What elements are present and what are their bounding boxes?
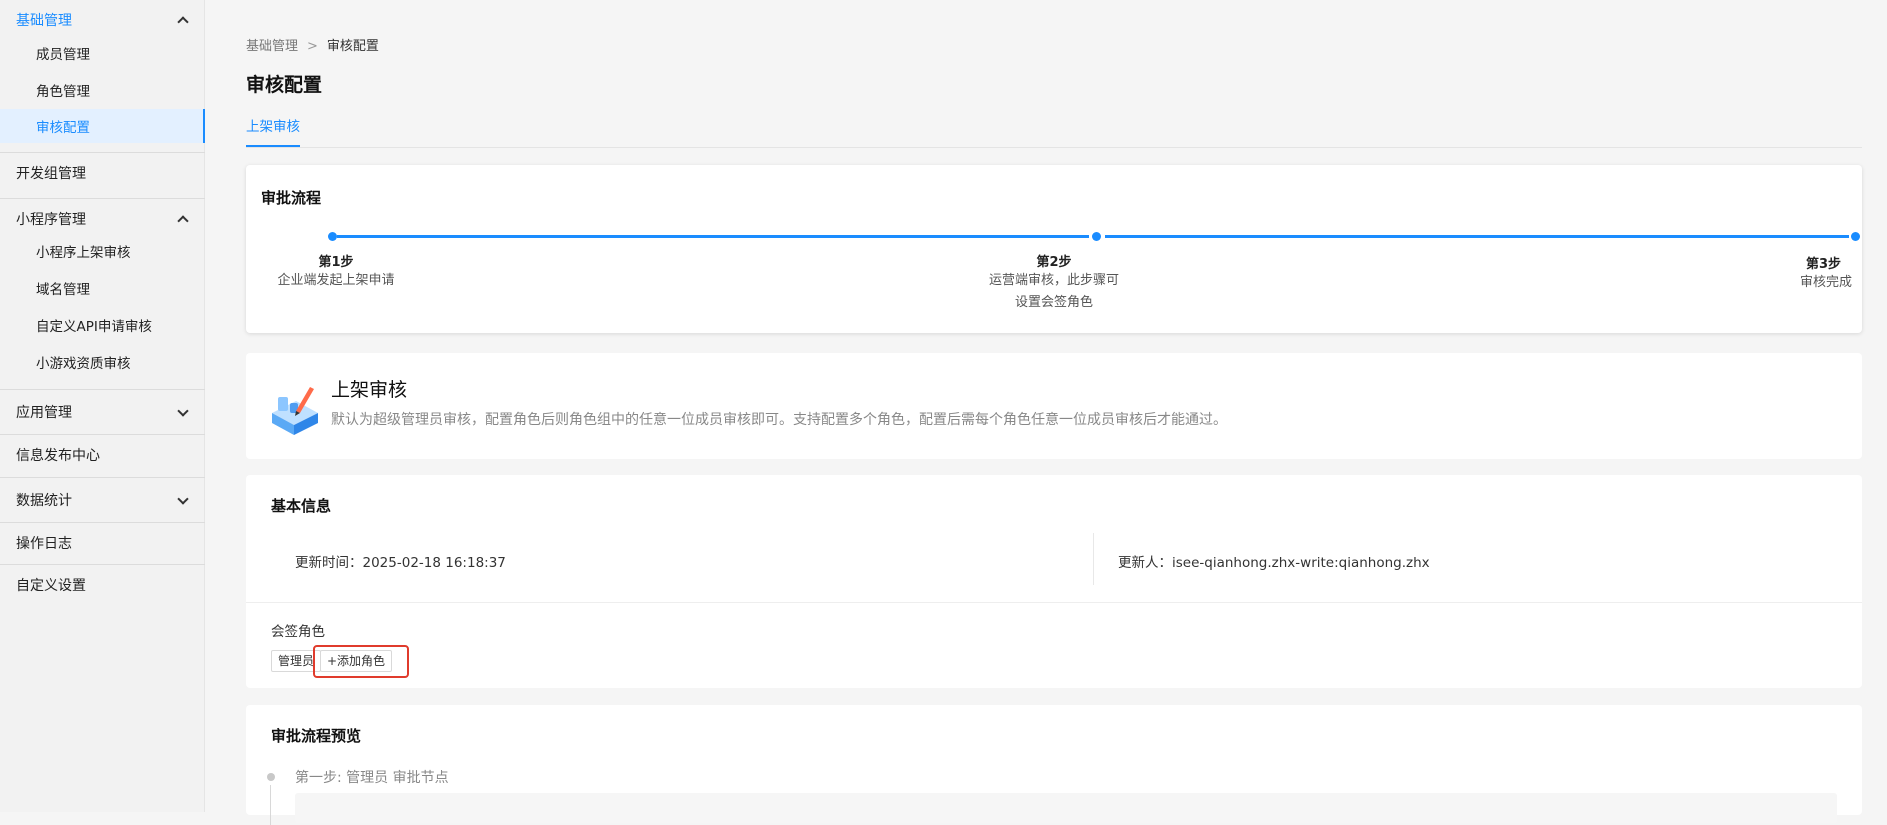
step-3-desc: 审核完成	[1799, 275, 1852, 290]
intro-title: 上架审核	[331, 379, 408, 401]
chevron-down-icon	[177, 493, 189, 505]
step-1-title: 第1步	[318, 255, 354, 270]
sidebar-group-label: 开发组管理	[16, 165, 86, 182]
sidebar-item-label: 自定义API申请审核	[36, 319, 152, 335]
update-time-label: 更新时间：	[295, 555, 363, 571]
updater: 更新人：isee-qianhong.zhx-write:qianhong.zhx	[1118, 551, 1430, 571]
section-divider	[246, 602, 1862, 603]
breadcrumb-current: 审核配置	[326, 39, 379, 54]
chevron-up-icon	[177, 215, 189, 227]
breadcrumb: 基础管理 > 审核配置	[246, 35, 379, 54]
tab-underline	[246, 147, 1862, 148]
updater-label: 更新人：	[1118, 555, 1172, 571]
listing-review-intro-card: 上架审核 默认为超级管理员审核，配置角色后则角色组中的任意一位成员审核即可。支持…	[246, 353, 1862, 459]
approval-preview-title: 审批流程预览	[271, 727, 362, 745]
step-connector	[337, 235, 1089, 238]
approval-preview-card: 审批流程预览 第一步: 管理员 审批节点	[246, 705, 1862, 825]
main-content: 基础管理 > 审核配置 审核配置 上架审核 审批流程 第1步 企业端发起上架申请 第…	[206, 0, 1887, 825]
approval-flow-card: 审批流程 第1步 企业端发起上架申请 第2步 运营端审核，此步骤可 设置会签角色…	[246, 165, 1862, 333]
chevron-up-icon	[177, 16, 189, 28]
step-2-title: 第2步	[1036, 255, 1072, 270]
sidebar-divider	[0, 477, 205, 478]
sidebar-item-members[interactable]: 成员管理	[0, 36, 205, 70]
sidebar-group-label: 数据统计	[16, 493, 72, 509]
sidebar-item-label: 小程序上架审核	[36, 245, 131, 261]
breadcrumb-root[interactable]: 基础管理	[246, 39, 298, 54]
timeline-dot	[267, 773, 275, 781]
sidebar-group-label: 自定义设置	[16, 578, 86, 594]
step-1-desc: 企业端发起上架申请	[277, 273, 395, 288]
chevron-down-icon	[177, 405, 189, 417]
sidebar-group-label: 信息发布中心	[16, 447, 100, 464]
sidebar-group-label: 小程序管理	[16, 212, 86, 228]
sidebar-group-dev-team[interactable]: 开发组管理	[0, 153, 205, 192]
step-3-dot	[1851, 232, 1860, 241]
sidebar-group-label: 基础管理	[16, 13, 72, 29]
step-connector	[1105, 235, 1849, 238]
sidebar-divider	[0, 389, 205, 390]
update-time-value: 2025-02-18 16:18:37	[362, 555, 506, 571]
preview-step-1-box	[295, 793, 1837, 823]
updater-value: isee-qianhong.zhx-write:qianhong.zhx	[1172, 555, 1430, 571]
sidebar-group-label: 操作日志	[16, 535, 72, 552]
sidebar-group-logs[interactable]: 操作日志	[0, 523, 205, 562]
step-2-dot	[1092, 232, 1101, 241]
sidebar-item-label: 小游戏资质审核	[36, 356, 131, 372]
add-role-button[interactable]: +添加角色	[320, 650, 393, 672]
step-3-title: 第3步	[1805, 257, 1841, 272]
info-separator	[1093, 533, 1094, 585]
intro-description: 默认为超级管理员审核，配置角色后则角色组中的任意一位成员审核即可。支持配置多个角…	[331, 412, 1227, 428]
sidebar-item-label: 角色管理	[36, 84, 90, 100]
sidebar-group-label: 应用管理	[16, 405, 72, 421]
tab-listing-review[interactable]: 上架审核	[246, 115, 300, 147]
sidebar-group-apps[interactable]: 应用管理	[0, 392, 205, 432]
basic-info-card: 基本信息 更新时间：2025-02-18 16:18:37 更新人：isee-q…	[246, 475, 1862, 688]
sidebar-item-domain[interactable]: 域名管理	[0, 271, 205, 305]
breadcrumb-separator: >	[307, 39, 318, 54]
sidebar-group-miniprogram[interactable]: 小程序管理	[0, 199, 205, 239]
countersign-role-label: 会签角色	[271, 624, 325, 640]
sidebar-item-label: 域名管理	[36, 282, 90, 298]
sidebar-item-mp-review[interactable]: 小程序上架审核	[0, 234, 205, 268]
preview-step-1: 第一步: 管理员 审批节点	[295, 770, 449, 786]
audit-illustration-icon	[272, 387, 318, 435]
sidebar-item-roles[interactable]: 角色管理	[0, 73, 205, 107]
step-1-dot	[328, 232, 337, 241]
sidebar-item-audit-config[interactable]: 审核配置	[0, 109, 205, 143]
sidebar-item-label: 成员管理	[36, 47, 90, 63]
sidebar-group-stats[interactable]: 数据统计	[0, 480, 205, 520]
sidebar-item-label: 审核配置	[36, 120, 90, 136]
step-2-desc-line1: 运营端审核，此步骤可	[988, 273, 1119, 288]
sidebar-group-publish[interactable]: 信息发布中心	[0, 435, 205, 474]
sidebar-item-custom-api[interactable]: 自定义API申请审核	[0, 308, 205, 342]
page-title: 审核配置	[246, 74, 323, 96]
sidebar: 基础管理 成员管理 角色管理 审核配置 开发组管理 小程序管理 小程序上架审核 …	[0, 0, 205, 812]
sidebar-group-custom-settings[interactable]: 自定义设置	[0, 565, 205, 605]
approval-flow-title: 审批流程	[261, 189, 322, 207]
sidebar-item-game-qualification[interactable]: 小游戏资质审核	[0, 345, 205, 379]
basic-info-title: 基本信息	[271, 497, 332, 515]
timeline-line	[270, 785, 271, 825]
step-2-desc-line2: 设置会签角色	[1014, 295, 1093, 310]
sidebar-group-basic[interactable]: 基础管理	[0, 0, 205, 40]
update-time: 更新时间：2025-02-18 16:18:37	[295, 551, 506, 571]
